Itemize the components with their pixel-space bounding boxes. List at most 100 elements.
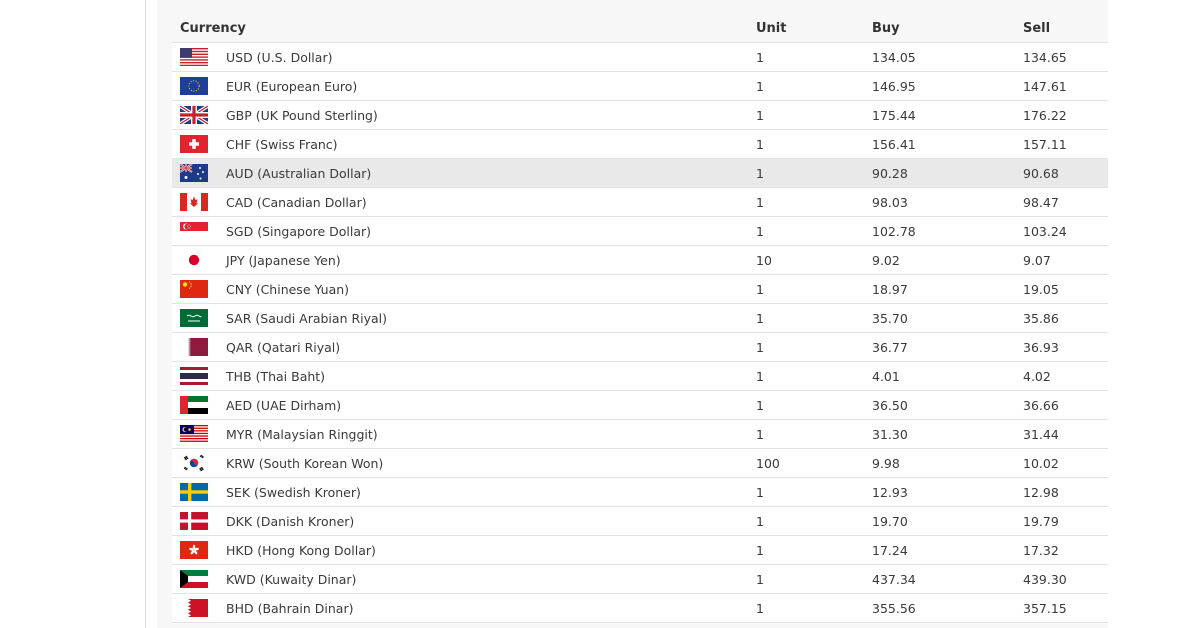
- currency-name: SAR (Saudi Arabian Riyal): [226, 310, 388, 326]
- table-row: USD (U.S. Dollar) 1 134.05 134.65: [172, 43, 1108, 72]
- currency-name: MYR (Malaysian Ringgit): [226, 426, 378, 442]
- dk-flag-icon: [180, 512, 208, 530]
- cell-buy: 102.78: [872, 223, 916, 239]
- cell-unit: 1: [756, 542, 764, 558]
- cell-sell: 35.86: [1023, 310, 1059, 326]
- table-body: USD (U.S. Dollar) 1 134.05 134.65 EUR (Europ…: [172, 43, 1108, 623]
- cell-currency: SEK (Swedish Kroner): [172, 483, 756, 501]
- cell-sell: 19.05: [1023, 281, 1059, 297]
- cell-buy: 146.95: [872, 78, 916, 94]
- currency-name: CAD (Canadian Dollar): [226, 194, 367, 210]
- cell-currency: CAD (Canadian Dollar): [172, 193, 756, 211]
- currency-name: JPY (Japanese Yen): [226, 252, 341, 268]
- cell-sell: 9.07: [1023, 252, 1051, 268]
- cell-sell: 36.93: [1023, 339, 1059, 355]
- cell-sell: 439.30: [1023, 571, 1067, 587]
- cell-sell: 98.47: [1023, 194, 1059, 210]
- cell-buy: 355.56: [872, 600, 916, 616]
- us-flag-icon: [180, 48, 208, 66]
- cell-sell: 17.32: [1023, 542, 1059, 558]
- currency-name: BHD (Bahrain Dinar): [226, 600, 354, 616]
- cell-currency: EUR (European Euro): [172, 77, 756, 95]
- cell-buy: 4.01: [872, 368, 900, 384]
- cell-currency: KWD (Kuwaity Dinar): [172, 570, 756, 588]
- qa-flag-icon: [180, 338, 208, 356]
- cell-buy: 9.98: [872, 455, 900, 471]
- cell-currency: CNY (Chinese Yuan): [172, 280, 756, 298]
- table-row: DKK (Danish Kroner) 1 19.70 19.79: [172, 507, 1108, 536]
- cell-currency: THB (Thai Baht): [172, 367, 756, 385]
- cell-unit: 100: [756, 455, 780, 471]
- header-unit: Unit: [756, 20, 787, 36]
- cell-currency: AUD (Australian Dollar): [172, 164, 756, 182]
- currency-name: THB (Thai Baht): [226, 368, 326, 384]
- cell-sell: 19.79: [1023, 513, 1059, 529]
- cell-sell: 357.15: [1023, 600, 1067, 616]
- table-row: SEK (Swedish Kroner) 1 12.93 12.98: [172, 478, 1108, 507]
- gb-flag-icon: [180, 106, 208, 124]
- cell-unit: 1: [756, 165, 764, 181]
- sa-flag-icon: [180, 309, 208, 327]
- table-row: QAR (Qatari Riyal) 1 36.77 36.93: [172, 333, 1108, 362]
- header-currency: Currency: [180, 20, 246, 36]
- table-row: KWD (Kuwaity Dinar) 1 437.34 439.30: [172, 565, 1108, 594]
- table-row: AED (UAE Dirham) 1 36.50 36.66: [172, 391, 1108, 420]
- kr-flag-icon: [180, 454, 208, 472]
- sg-flag-icon: [180, 222, 208, 240]
- cell-unit: 1: [756, 426, 764, 442]
- cell-sell: 36.66: [1023, 397, 1059, 413]
- cell-unit: 1: [756, 397, 764, 413]
- table-row: CNY (Chinese Yuan) 1 18.97 19.05: [172, 275, 1108, 304]
- cell-buy: 36.50: [872, 397, 908, 413]
- table-row: BHD (Bahrain Dinar) 1 355.56 357.15: [172, 594, 1108, 623]
- cell-unit: 1: [756, 600, 764, 616]
- cell-buy: 36.77: [872, 339, 908, 355]
- cell-sell: 176.22: [1023, 107, 1067, 123]
- cell-unit: 1: [756, 484, 764, 500]
- table-row: EUR (European Euro) 1 146.95 147.61: [172, 72, 1108, 101]
- cell-buy: 134.05: [872, 49, 916, 65]
- cell-currency: BHD (Bahrain Dinar): [172, 599, 756, 617]
- ch-flag-icon: [180, 135, 208, 153]
- cell-unit: 1: [756, 513, 764, 529]
- table-row: SGD (Singapore Dollar) 1 102.78 103.24: [172, 217, 1108, 246]
- my-flag-icon: [180, 425, 208, 443]
- table-row: GBP (UK Pound Sterling) 1 175.44 176.22: [172, 101, 1108, 130]
- table-row: JPY (Japanese Yen) 10 9.02 9.07: [172, 246, 1108, 275]
- cell-buy: 175.44: [872, 107, 916, 123]
- table-row: CAD (Canadian Dollar) 1 98.03 98.47: [172, 188, 1108, 217]
- table-row: SAR (Saudi Arabian Riyal) 1 35.70 35.86: [172, 304, 1108, 333]
- exchange-rate-table: Currency Unit Buy Sell USD (U.S. Dollar)…: [172, 14, 1108, 623]
- cell-unit: 1: [756, 281, 764, 297]
- cell-currency: GBP (UK Pound Sterling): [172, 106, 756, 124]
- table-header: Currency Unit Buy Sell: [172, 14, 1108, 43]
- table-row: THB (Thai Baht) 1 4.01 4.02: [172, 362, 1108, 391]
- currency-name: EUR (European Euro): [226, 78, 358, 94]
- ca-flag-icon: [180, 193, 208, 211]
- page: Currency Unit Buy Sell USD (U.S. Dollar)…: [0, 0, 1200, 628]
- cell-sell: 10.02: [1023, 455, 1059, 471]
- cell-unit: 1: [756, 310, 764, 326]
- cell-currency: USD (U.S. Dollar): [172, 48, 756, 66]
- currency-name: CNY (Chinese Yuan): [226, 281, 350, 297]
- cell-buy: 35.70: [872, 310, 908, 326]
- cell-currency: SGD (Singapore Dollar): [172, 222, 756, 240]
- cell-buy: 437.34: [872, 571, 916, 587]
- cell-currency: CHF (Swiss Franc): [172, 135, 756, 153]
- cell-sell: 157.11: [1023, 136, 1067, 152]
- currency-name: HKD (Hong Kong Dollar): [226, 542, 376, 558]
- currency-name: AUD (Australian Dollar): [226, 165, 372, 181]
- cell-unit: 1: [756, 339, 764, 355]
- cell-unit: 1: [756, 107, 764, 123]
- jp-flag-icon: [180, 251, 208, 269]
- cell-buy: 18.97: [872, 281, 908, 297]
- cell-currency: QAR (Qatari Riyal): [172, 338, 756, 356]
- currency-name: USD (U.S. Dollar): [226, 49, 333, 65]
- cell-buy: 9.02: [872, 252, 900, 268]
- cell-sell: 4.02: [1023, 368, 1051, 384]
- cell-unit: 10: [756, 252, 772, 268]
- cell-sell: 90.68: [1023, 165, 1059, 181]
- currency-name: GBP (UK Pound Sterling): [226, 107, 378, 123]
- cell-currency: MYR (Malaysian Ringgit): [172, 425, 756, 443]
- currency-name: AED (UAE Dirham): [226, 397, 342, 413]
